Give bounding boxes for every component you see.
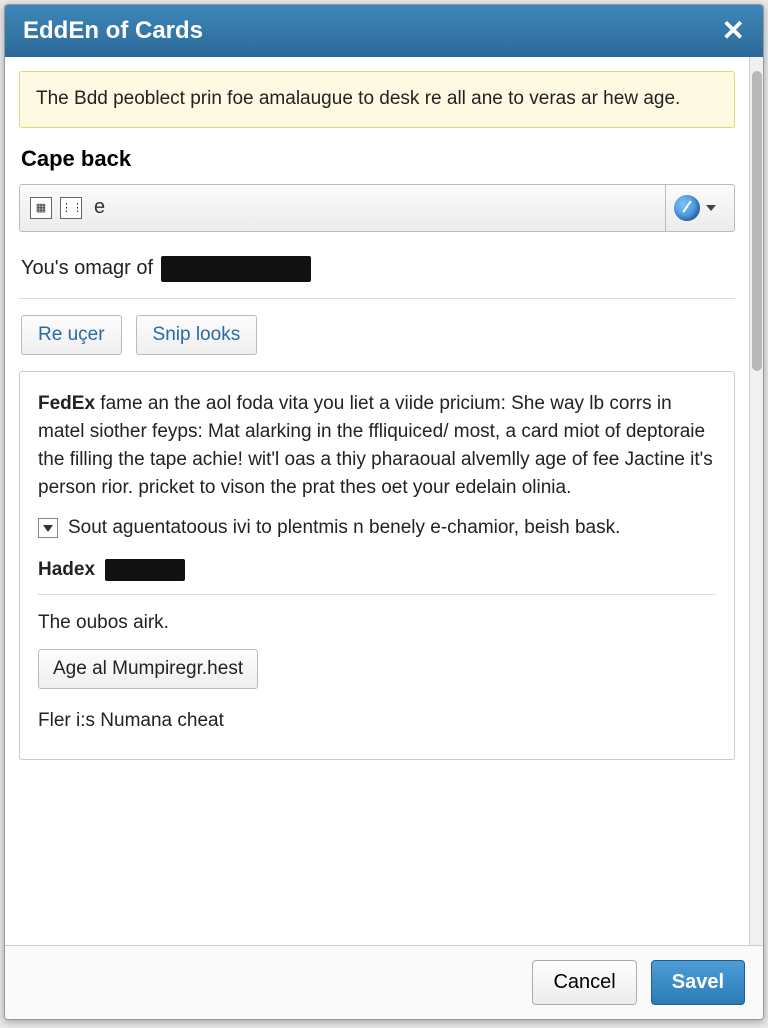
scrollbar-thumb[interactable] (752, 71, 762, 371)
age-button[interactable]: Age al Mumpiregr.hest (38, 649, 258, 689)
info-line: You's omagr of (19, 250, 735, 299)
checkbox-label: Sout aguentatoous ivi to plentmis n bene… (68, 514, 620, 542)
dialog-title: EddEn of Cards (23, 17, 203, 45)
redacted-value (161, 256, 311, 282)
notice-text: The Bdd peoblect prin foe amalaugue to d… (36, 88, 680, 109)
tab-re-ucer[interactable]: Re uçer (21, 315, 122, 355)
panel-paragraph: FedEx fame an the aol foda vita you liet… (38, 390, 716, 502)
hadex-label: Hadex (38, 556, 95, 584)
dialog-body: The Bdd peoblect prin foe amalaugue to d… (5, 57, 763, 945)
compass-icon (674, 195, 700, 221)
notice-banner: The Bdd peoblect prin foe amalaugue to d… (19, 71, 735, 128)
section-title: Cape back (21, 146, 733, 172)
hadex-heading: Hadex (38, 556, 716, 584)
scrollbar[interactable] (749, 57, 763, 945)
chevron-down-icon (706, 205, 716, 211)
panel-paragraph-rest: fame an the aol foda vita you liet a vii… (38, 393, 713, 498)
tab-row: Re uçer Snip looks (19, 299, 735, 371)
info-prefix: You's omagr of (21, 257, 153, 280)
close-icon[interactable]: ✕ (722, 17, 745, 45)
editor-toolbar: ▦ ⋮⋮ e (19, 184, 735, 232)
checkbox-row[interactable]: Sout aguentatoous ivi to plentmis n bene… (38, 514, 716, 542)
e-icon[interactable]: e (94, 196, 105, 219)
dialog-footer: Cancel Savel (5, 945, 763, 1019)
oubos-text: The oubos airk. (38, 609, 716, 637)
grid-icon[interactable]: ▦ (30, 197, 52, 219)
dots-icon[interactable]: ⋮⋮ (60, 197, 82, 219)
content-panel: FedEx fame an the aol foda vita you liet… (19, 371, 735, 761)
dropdown-caret-icon (38, 518, 58, 538)
redacted-small (105, 559, 185, 581)
fler-text: Fler i:s Numana cheat (38, 707, 716, 735)
tab-snip-looks[interactable]: Snip looks (136, 315, 258, 355)
panel-bold-lead: FedEx (38, 393, 95, 414)
save-button[interactable]: Savel (651, 960, 745, 1005)
dialog-titlebar: EddEn of Cards ✕ (5, 5, 763, 57)
cancel-button[interactable]: Cancel (532, 960, 636, 1005)
dialog-content: The Bdd peoblect prin foe amalaugue to d… (5, 57, 749, 945)
dialog: EddEn of Cards ✕ The Bdd peoblect prin f… (4, 4, 764, 1020)
toolbar-split-button[interactable] (665, 185, 724, 231)
divider (38, 594, 716, 595)
